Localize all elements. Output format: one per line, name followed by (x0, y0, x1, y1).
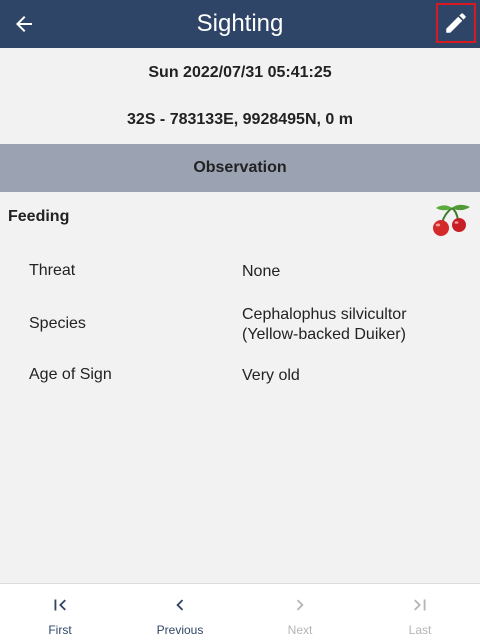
edit-button[interactable] (436, 3, 476, 43)
first-button[interactable]: First (0, 584, 120, 640)
last-button-label: Last (408, 623, 432, 637)
field-value: Very old (242, 367, 300, 384)
previous-button[interactable]: Previous (120, 584, 240, 640)
app-bar: Sighting (0, 0, 480, 48)
page-title: Sighting (196, 10, 284, 37)
bottom-navigation: First Previous Next Last (0, 583, 480, 640)
sighting-location: 32S - 783133E, 9928495N, 0 m (127, 111, 353, 128)
field-value: Cephalophus silvicultor (Yellow-backed D… (242, 306, 407, 343)
cherries-icon (433, 204, 470, 236)
field-value: None (242, 263, 281, 280)
first-page-icon (54, 599, 66, 611)
last-button[interactable]: Last (360, 584, 480, 640)
sighting-datetime: Sun 2022/07/31 05:41:25 (148, 64, 332, 81)
chevron-left-icon (176, 599, 184, 611)
category-title: Feeding (8, 208, 70, 225)
next-button[interactable]: Next (240, 584, 360, 640)
field-label: Age of Sign (29, 366, 112, 383)
section-header-observation: Observation (0, 144, 480, 192)
field-label: Species (29, 315, 86, 332)
first-button-label: First (48, 623, 72, 637)
pencil-icon (446, 13, 466, 33)
chevron-right-icon (296, 599, 304, 611)
last-page-icon (414, 599, 426, 611)
field-label: Threat (29, 262, 76, 279)
next-button-label: Next (287, 623, 313, 637)
previous-button-label: Previous (156, 623, 204, 637)
